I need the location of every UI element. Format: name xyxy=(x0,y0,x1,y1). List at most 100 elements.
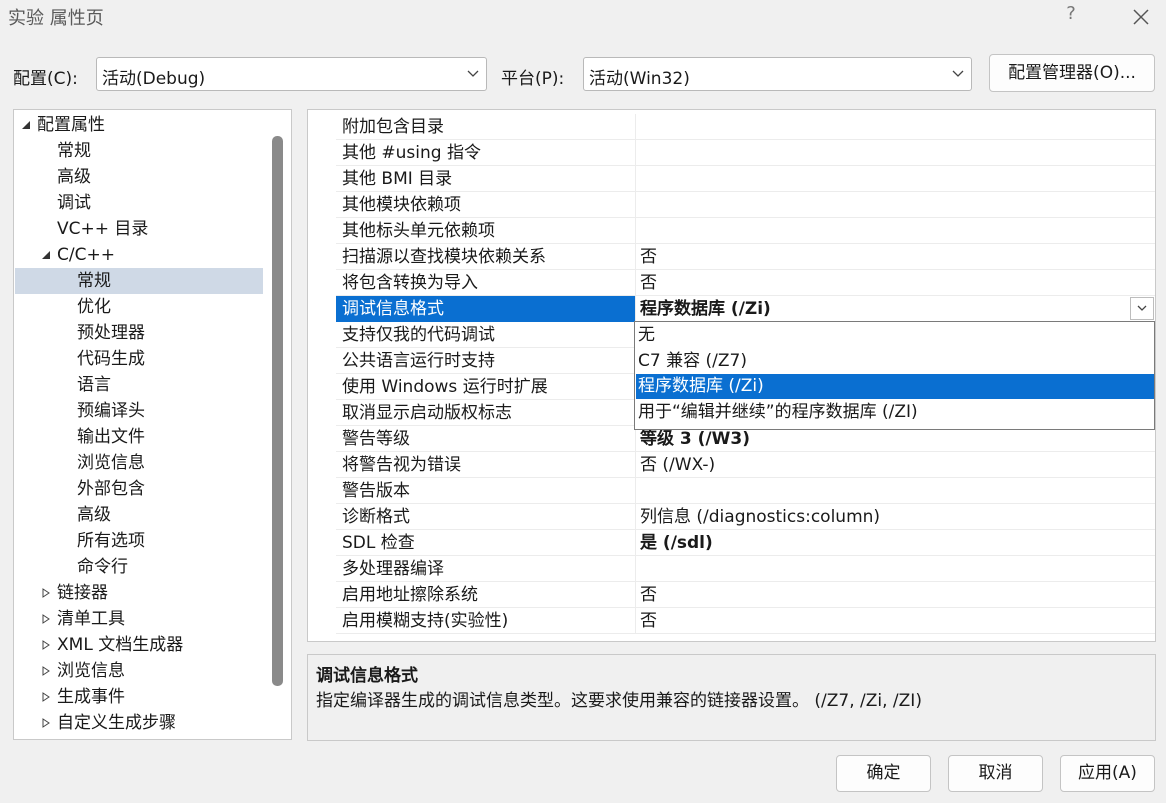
tree-item[interactable]: 优化 xyxy=(15,294,263,320)
tree-item-label: 配置属性 xyxy=(37,115,105,135)
ok-button[interactable]: 确定 xyxy=(836,755,931,792)
config-select[interactable]: 活动(Debug) xyxy=(96,57,487,91)
tree-item[interactable]: 链接器 xyxy=(15,580,263,606)
property-row[interactable]: 其他 #using 指令 xyxy=(336,140,1155,166)
cancel-button[interactable]: 取消 xyxy=(948,755,1043,792)
tree-item[interactable]: 代码生成 xyxy=(15,346,263,372)
property-name: 将警告视为错误 xyxy=(336,452,636,478)
triangle-collapsed-icon[interactable] xyxy=(41,614,51,624)
tree-item-label: 预处理器 xyxy=(77,323,145,343)
tree-item[interactable]: 语言 xyxy=(15,372,263,398)
property-name: 支持仅我的代码调试 xyxy=(336,322,636,348)
platform-label: 平台(P): xyxy=(501,69,565,89)
dropdown-option[interactable]: C7 兼容 (/Z7) xyxy=(636,349,1154,374)
property-row[interactable]: 启用地址擦除系统否 xyxy=(336,582,1155,608)
tree-item-label: 常规 xyxy=(57,141,91,161)
apply-button[interactable]: 应用(A) xyxy=(1060,755,1155,792)
property-row[interactable]: 其他 BMI 目录 xyxy=(336,166,1155,192)
tree-item-label: 链接器 xyxy=(57,583,108,603)
triangle-expanded-icon[interactable] xyxy=(21,120,31,130)
property-name: 启用地址擦除系统 xyxy=(336,582,636,608)
property-row[interactable]: 扫描源以查找模块依赖关系否 xyxy=(336,244,1155,270)
tree-item-label: 浏览信息 xyxy=(57,661,125,681)
platform-select[interactable]: 活动(Win32) xyxy=(583,57,972,91)
tree-item[interactable]: 预编译头 xyxy=(15,398,263,424)
tree-item[interactable]: 调试 xyxy=(15,190,263,216)
tree-item[interactable]: 生成事件 xyxy=(15,684,263,710)
property-value[interactable]: 否 xyxy=(637,608,1155,634)
property-row[interactable]: 警告版本 xyxy=(336,478,1155,504)
tree-item-label: 调试 xyxy=(57,193,91,213)
tree-item-label: 外部包含 xyxy=(77,479,145,499)
tree-item[interactable]: C/C++ xyxy=(15,242,263,268)
tree-item[interactable]: 自定义生成步骤 xyxy=(15,710,263,736)
property-row[interactable]: 诊断格式 列信息 (/diagnostics:column) xyxy=(336,504,1155,530)
property-row[interactable]: 其他标头单元依赖项 xyxy=(336,218,1155,244)
tree-scrollbar[interactable] xyxy=(272,136,283,686)
tree-item[interactable]: 常规 xyxy=(15,138,263,164)
property-value[interactable] xyxy=(637,140,1155,166)
tree-item[interactable]: 浏览信息 xyxy=(15,450,263,476)
tree-item[interactable]: 高级 xyxy=(15,164,263,190)
property-row[interactable]: 附加包含目录 xyxy=(336,114,1155,140)
help-button[interactable]: ? xyxy=(1060,3,1082,29)
property-value[interactable]: 否 xyxy=(637,582,1155,608)
tree-item-label: XML 文档生成器 xyxy=(57,635,184,655)
config-select-value: 活动(Debug) xyxy=(102,69,206,89)
triangle-expanded-icon[interactable] xyxy=(41,250,51,260)
tree-item-label: 常规 xyxy=(77,271,111,291)
tree-item-label: 语言 xyxy=(77,375,111,395)
triangle-collapsed-icon[interactable] xyxy=(41,588,51,598)
property-name: 调试信息格式 xyxy=(336,296,636,322)
close-button[interactable] xyxy=(1126,2,1156,32)
property-row[interactable]: 其他模块依赖项 xyxy=(336,192,1155,218)
tree-item[interactable]: 清单工具 xyxy=(15,606,263,632)
dropdown-option[interactable]: 用于“编辑并继续”的程序数据库 (/ZI) xyxy=(636,400,1154,425)
tree-item[interactable]: 命令行 xyxy=(15,554,263,580)
property-value[interactable]: 否 (/WX-) xyxy=(637,452,1155,478)
property-row[interactable]: 将警告视为错误否 (/WX-) xyxy=(336,452,1155,478)
tree-item[interactable]: 所有选项 xyxy=(15,528,263,554)
property-value[interactable] xyxy=(637,192,1155,218)
property-row[interactable]: 多处理器编译 xyxy=(336,556,1155,582)
property-value[interactable] xyxy=(637,478,1155,504)
property-name: 取消显示启动版权标志 xyxy=(336,400,636,426)
property-value[interactable]: 列信息 (/diagnostics:column) xyxy=(637,504,1155,530)
property-row[interactable]: 将包含转换为导入否 xyxy=(336,270,1155,296)
triangle-collapsed-icon[interactable] xyxy=(41,692,51,702)
property-row[interactable]: SDL 检查是 (/sdl) xyxy=(336,530,1155,556)
tree-item[interactable]: 输出文件 xyxy=(15,424,263,450)
property-name: 其他标头单元依赖项 xyxy=(336,218,636,244)
property-name: 扫描源以查找模块依赖关系 xyxy=(336,244,636,270)
tree-item[interactable]: 高级 xyxy=(15,502,263,528)
tree-item[interactable]: VC++ 目录 xyxy=(15,216,263,242)
dropdown-option[interactable]: 无 xyxy=(636,323,1154,348)
property-value[interactable]: 是 (/sdl) xyxy=(637,530,1155,556)
property-value[interactable] xyxy=(637,556,1155,582)
tree-item[interactable]: 浏览信息 xyxy=(15,658,263,684)
tree-item[interactable]: 常规 xyxy=(15,268,263,294)
tree-item[interactable]: 配置属性 xyxy=(15,112,263,138)
property-value[interactable]: 程序数据库 (/Zi) xyxy=(637,296,1155,322)
config-manager-button[interactable]: 配置管理器(O)... xyxy=(989,54,1155,92)
tree-item-label: VC++ 目录 xyxy=(57,219,149,239)
property-value[interactable] xyxy=(637,218,1155,244)
description-panel: 调试信息格式 指定编译器生成的调试信息类型。这要求使用兼容的链接器设置。 (/Z… xyxy=(307,654,1156,741)
property-value[interactable]: 否 xyxy=(637,270,1155,296)
property-dropdown-button[interactable] xyxy=(1130,297,1154,320)
dropdown-option[interactable]: 程序数据库 (/Zi) xyxy=(636,374,1154,399)
chevron-down-icon xyxy=(467,70,479,77)
tree-item[interactable]: XML 文档生成器 xyxy=(15,632,263,658)
triangle-collapsed-icon[interactable] xyxy=(41,640,51,650)
triangle-collapsed-icon[interactable] xyxy=(41,718,51,728)
tree-item-label: 自定义生成步骤 xyxy=(57,713,176,733)
property-value[interactable]: 否 xyxy=(637,244,1155,270)
property-row[interactable]: 启用模糊支持(实验性) 否 xyxy=(336,608,1155,634)
property-value[interactable] xyxy=(637,114,1155,140)
tree-item[interactable]: 预处理器 xyxy=(15,320,263,346)
property-row[interactable]: 调试信息格式 程序数据库 (/Zi) xyxy=(336,296,1155,322)
property-value[interactable] xyxy=(637,166,1155,192)
tree-item-label: 输出文件 xyxy=(77,427,145,447)
tree-item[interactable]: 外部包含 xyxy=(15,476,263,502)
triangle-collapsed-icon[interactable] xyxy=(41,666,51,676)
